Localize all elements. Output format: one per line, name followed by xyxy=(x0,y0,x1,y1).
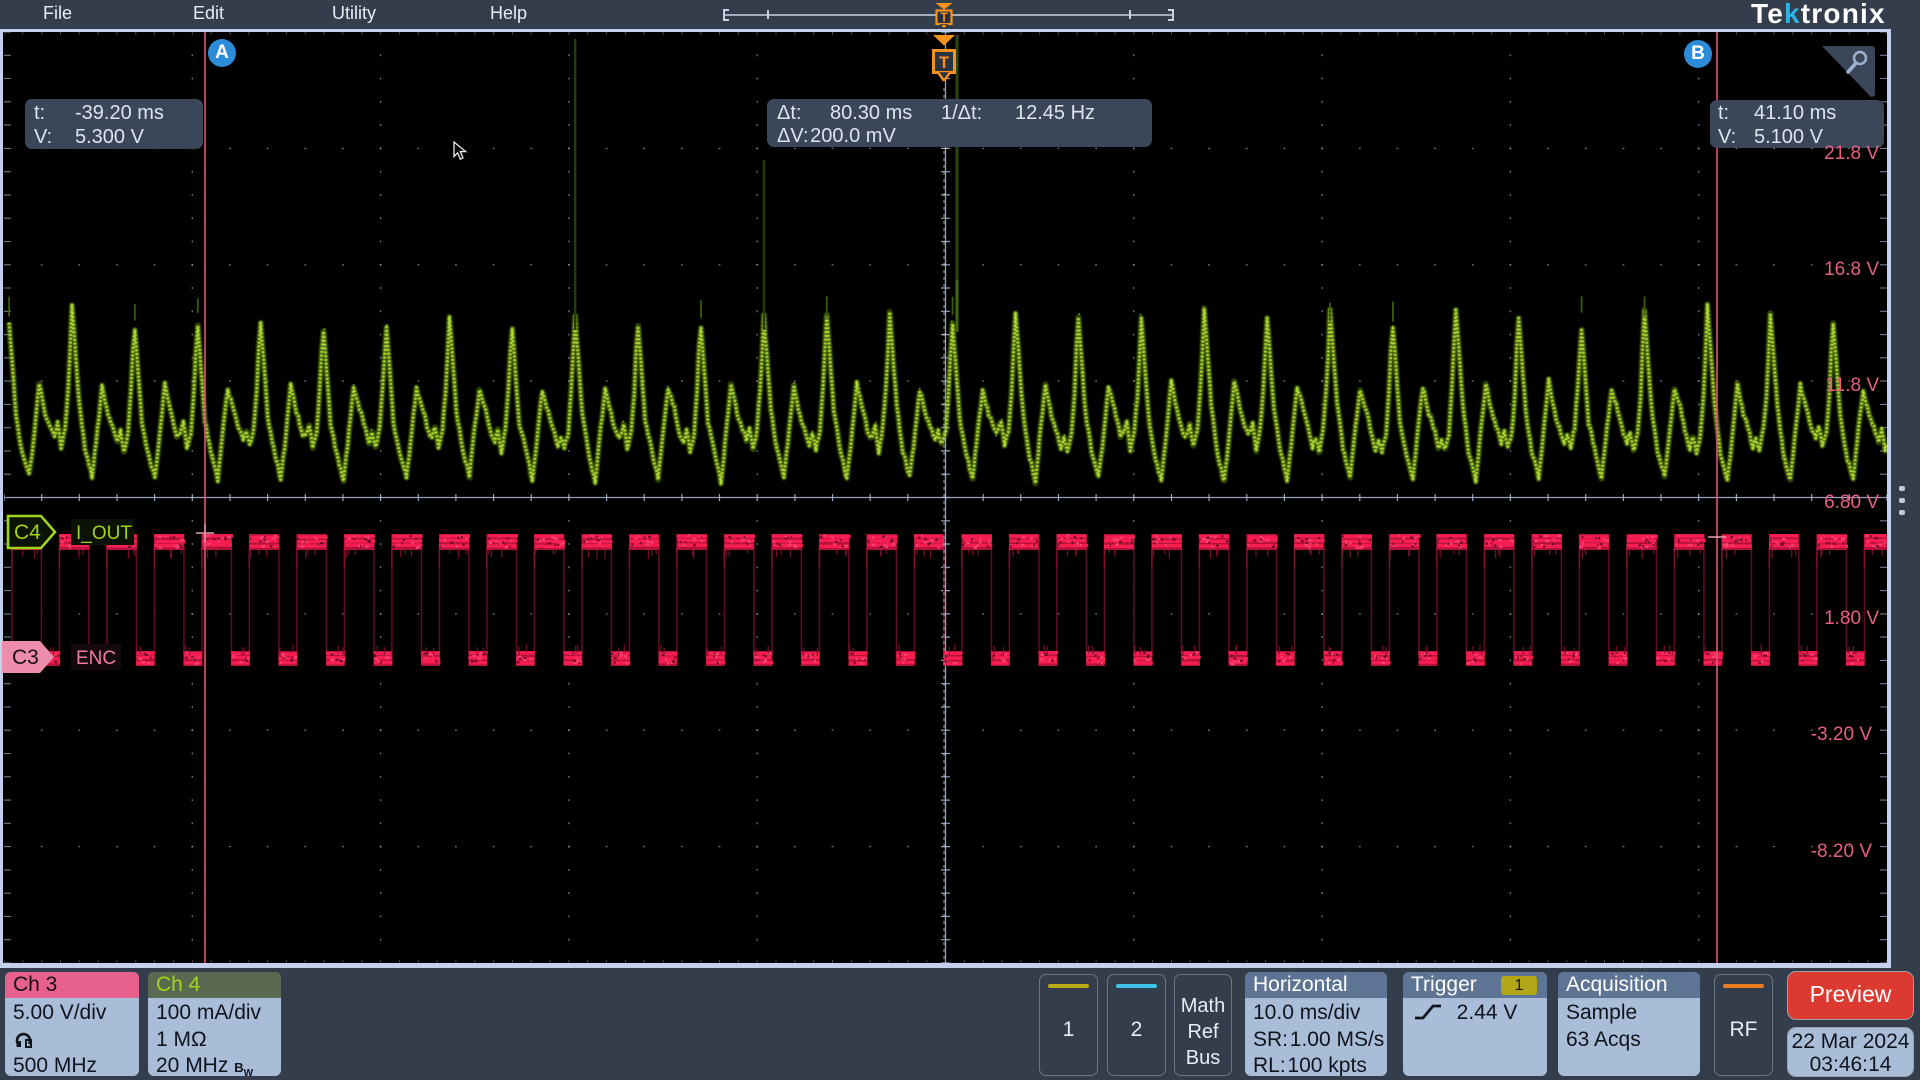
svg-text:ENC: ENC xyxy=(76,648,116,669)
svg-text:C4: C4 xyxy=(14,521,41,544)
svg-text:T: T xyxy=(939,54,949,72)
svg-text:C3: C3 xyxy=(12,646,39,669)
svg-text:I_OUT: I_OUT xyxy=(76,523,132,544)
